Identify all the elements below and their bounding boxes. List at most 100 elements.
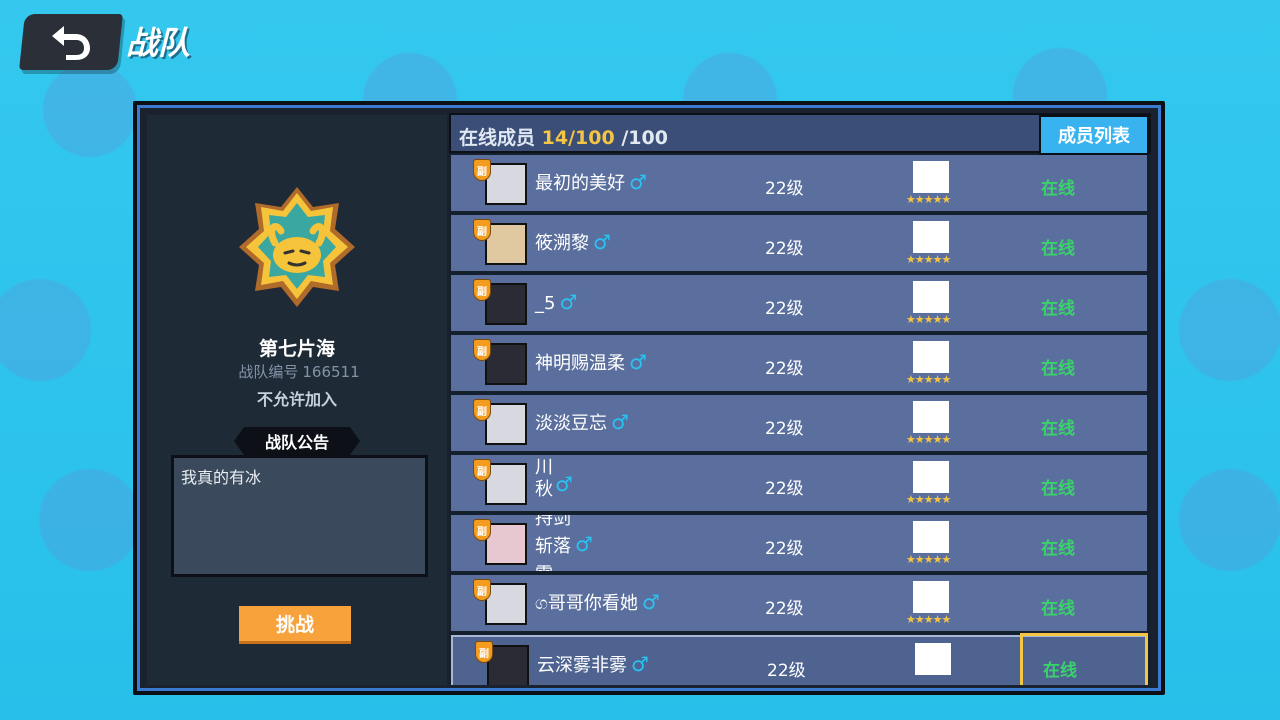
online-status: 在线 bbox=[1041, 599, 1075, 619]
member-row[interactable]: 副 川秋 ♂ 22级 ★★★★★ 在线 bbox=[451, 455, 1147, 511]
member-list-header: 在线成员 14/100 /100 成员列表 bbox=[449, 113, 1151, 155]
avatar bbox=[485, 463, 527, 505]
avatar bbox=[485, 223, 527, 265]
rank-card bbox=[913, 341, 949, 373]
member-rows: 副 最初的美好 ♂ 22级 ★★★★★ 在线 副 筱溯黎 ♂ 22级 ★★★★★ 在… bbox=[451, 155, 1149, 685]
online-status: 在线 bbox=[1041, 419, 1075, 439]
avatar bbox=[485, 523, 527, 565]
male-icon: ♂ bbox=[559, 290, 578, 314]
member-list-panel: 在线成员 14/100 /100 成员列表 副 最初的美好 ♂ 22级 ★★★★★… bbox=[449, 113, 1151, 685]
rank-card bbox=[913, 521, 949, 553]
rank-card bbox=[913, 461, 949, 493]
back-arrow-icon bbox=[52, 26, 90, 60]
star-rating: ★★★★★ bbox=[906, 553, 951, 566]
male-icon: ♂ bbox=[629, 350, 647, 374]
male-icon: ♂ bbox=[575, 532, 593, 556]
member-row[interactable]: 副 _5 ♂ 22级 ★★★★★ 在线 bbox=[451, 275, 1147, 331]
star-rating: ★★★★★ bbox=[906, 433, 951, 446]
online-label: 在线成员 bbox=[459, 127, 536, 149]
online-status: 在线 bbox=[1041, 299, 1075, 319]
avatar bbox=[487, 645, 529, 685]
member-level: 22级 bbox=[765, 359, 804, 379]
back-button[interactable] bbox=[19, 14, 123, 70]
member-row[interactable]: 副 淡淡豆忘 ♂ 22级 ★★★★★ 在线 bbox=[451, 395, 1147, 451]
male-icon: ♂ bbox=[611, 410, 629, 434]
online-status: 在线 bbox=[1041, 479, 1075, 499]
vice-captain-badge: 副 bbox=[473, 399, 491, 421]
member-name: ග哥哥你看她 ♂ bbox=[535, 590, 660, 614]
male-icon: ♂ bbox=[555, 472, 573, 496]
challenge-button[interactable]: 挑战 bbox=[239, 606, 351, 644]
vice-captain-badge: 副 bbox=[473, 519, 491, 541]
member-name: _5 ♂ bbox=[535, 290, 578, 314]
star-rating: ★★★★★ bbox=[906, 313, 951, 326]
join-status: 不允许加入 bbox=[256, 390, 337, 409]
avatar bbox=[485, 343, 527, 385]
team-id-label: 战队编号 bbox=[238, 363, 299, 381]
avatar bbox=[485, 163, 527, 205]
team-info-panel: 第七片海 战队编号 166511 不允许加入 战队公告 我真的有冰 挑战 bbox=[147, 115, 447, 685]
member-row[interactable]: 副 最初的美好 ♂ 22级 ★★★★★ 在线 bbox=[451, 155, 1147, 211]
online-status: 在线 bbox=[1041, 179, 1075, 199]
notice-title: 战队公告 bbox=[234, 427, 360, 455]
star-rating: ★★★★★ bbox=[906, 613, 951, 626]
member-level: 22级 bbox=[765, 599, 804, 619]
member-level: 22级 bbox=[767, 661, 806, 681]
selection-frame bbox=[1020, 633, 1148, 685]
member-name: 最初的美好 ♂ bbox=[535, 170, 647, 194]
tab-member-list[interactable]: 成员列表 bbox=[1039, 115, 1149, 155]
member-level: 22级 bbox=[765, 299, 804, 319]
avatar bbox=[485, 403, 527, 445]
member-level: 22级 bbox=[765, 419, 804, 439]
member-name: 云深雾非雾 ♂ bbox=[537, 652, 649, 676]
member-name: 淡淡豆忘 ♂ bbox=[535, 410, 629, 434]
vice-captain-badge: 副 bbox=[473, 339, 491, 361]
vice-captain-badge: 副 bbox=[473, 279, 491, 301]
member-row[interactable]: 副 ග哥哥你看她 ♂ 22级 ★★★★★ 在线 bbox=[451, 575, 1147, 631]
vice-captain-badge: 副 bbox=[473, 219, 491, 241]
member-row[interactable]: 副 筱溯黎 ♂ 22级 ★★★★★ 在线 bbox=[451, 215, 1147, 271]
member-row-selected[interactable]: 副 云深雾非雾 ♂ 22级 在线 bbox=[451, 633, 1148, 685]
avatar bbox=[485, 583, 527, 625]
male-icon: ♂ bbox=[641, 590, 660, 614]
rank-card bbox=[913, 161, 949, 193]
online-status: 在线 bbox=[1041, 239, 1075, 259]
member-name: 筱溯黎 ♂ bbox=[535, 230, 611, 254]
member-name: 持剑斩落雪 bbox=[535, 515, 571, 571]
member-row[interactable]: 副 神明赐温柔 ♂ 22级 ★★★★★ 在线 bbox=[451, 335, 1147, 391]
vice-captain-badge: 副 bbox=[473, 579, 491, 601]
online-current: 14/100 bbox=[541, 127, 615, 149]
vice-captain-badge: 副 bbox=[473, 159, 491, 181]
team-id-value: 166511 bbox=[302, 363, 360, 381]
member-name: 川秋 bbox=[535, 457, 553, 500]
star-rating: ★★★★★ bbox=[906, 253, 951, 266]
member-level: 22级 bbox=[765, 239, 804, 259]
vice-captain-badge: 副 bbox=[473, 459, 491, 481]
rank-card bbox=[913, 281, 949, 313]
online-status: 在线 bbox=[1043, 661, 1077, 681]
male-icon: ♂ bbox=[631, 652, 649, 676]
member-level: 22级 bbox=[765, 179, 804, 199]
star-rating: ★★★★★ bbox=[906, 193, 951, 206]
star-rating: ★★★★★ bbox=[906, 493, 951, 506]
online-status: 在线 bbox=[1041, 539, 1075, 559]
vice-captain-badge: 副 bbox=[475, 641, 493, 663]
member-name: 神明赐温柔 ♂ bbox=[535, 350, 647, 374]
online-count: 在线成员 14/100 /100 bbox=[459, 123, 668, 150]
male-icon: ♂ bbox=[629, 170, 647, 194]
member-level: 22级 bbox=[765, 479, 804, 499]
notice-box: 我真的有冰 bbox=[171, 455, 428, 577]
online-status: 在线 bbox=[1041, 359, 1075, 379]
member-level: 22级 bbox=[765, 539, 804, 559]
team-badge-icon bbox=[239, 187, 355, 307]
rank-card bbox=[913, 221, 949, 253]
member-row[interactable]: 副 持剑斩落雪 ♂ 22级 ★★★★★ 在线 bbox=[451, 515, 1147, 571]
page-title: 战队 bbox=[126, 24, 191, 62]
star-rating: ★★★★★ bbox=[906, 373, 951, 386]
team-panel: 第七片海 战队编号 166511 不允许加入 战队公告 我真的有冰 挑战 在线成员… bbox=[133, 101, 1165, 695]
online-total: /100 bbox=[621, 127, 668, 149]
male-icon: ♂ bbox=[593, 230, 611, 254]
team-name: 第七片海 bbox=[258, 338, 335, 360]
avatar bbox=[485, 283, 527, 325]
rank-card bbox=[913, 581, 949, 613]
